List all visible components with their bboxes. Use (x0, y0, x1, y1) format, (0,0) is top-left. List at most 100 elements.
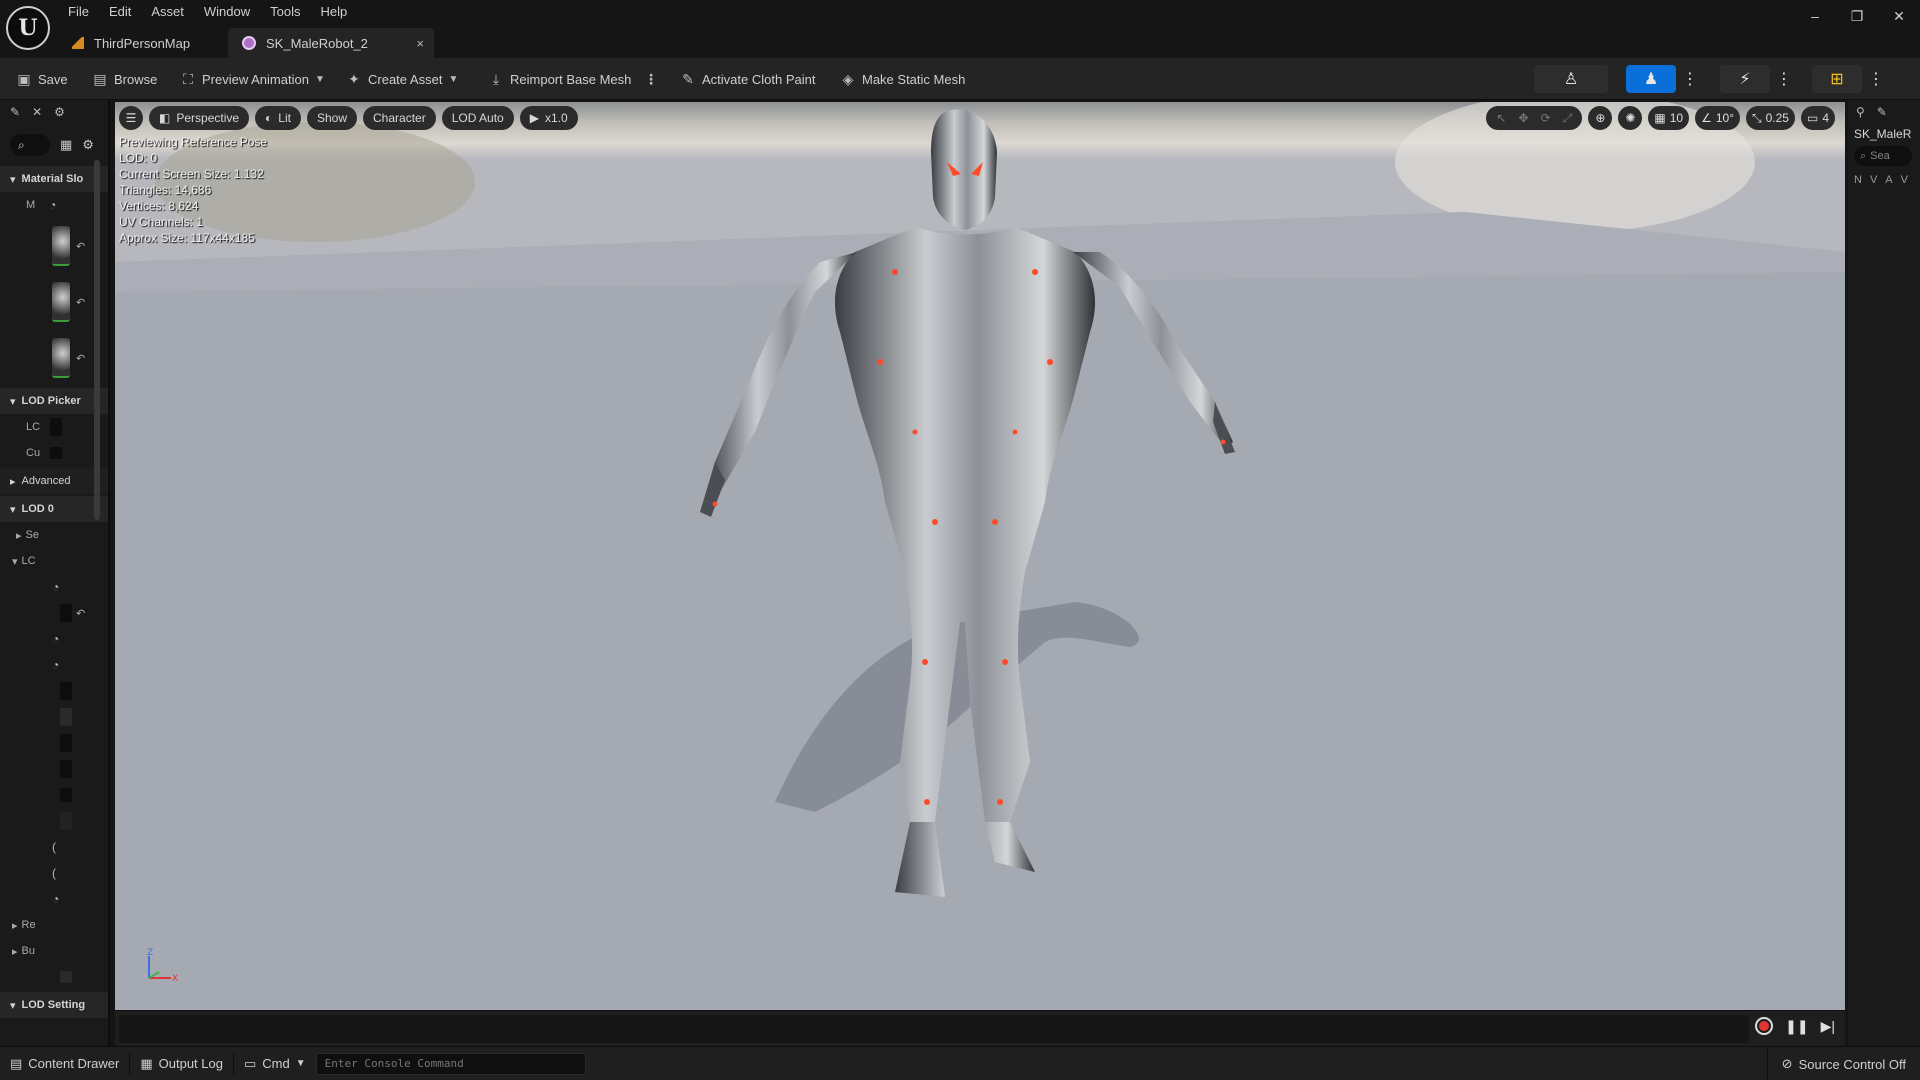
rotation-snap-button[interactable]: ∠ 10° (1695, 106, 1740, 130)
unreal-logo[interactable]: U (6, 6, 50, 50)
create-asset-button[interactable]: ✦ Create Asset ▼ (346, 66, 458, 92)
world-local-button[interactable]: ⊕ (1588, 106, 1613, 130)
lod-value[interactable] (50, 418, 63, 436)
timeline-track[interactable] (119, 1015, 1749, 1043)
viewport-options-button[interactable]: ☰ (119, 106, 143, 130)
lit-button[interactable]: ◐ Lit (255, 106, 301, 130)
browse-button[interactable]: ▤ Browse (92, 66, 157, 92)
lod-value[interactable] (60, 708, 72, 726)
material-thumbnail[interactable] (52, 338, 70, 378)
camera-speed-button[interactable]: ▭ 4 (1800, 106, 1835, 130)
pause-button[interactable]: ❚❚ (1785, 1018, 1808, 1035)
cmd-dropdown[interactable]: ▭ Cmd ▼ (234, 1047, 316, 1080)
gear-icon[interactable]: ⚙ (82, 137, 94, 153)
menu-asset[interactable]: Asset (141, 2, 194, 22)
material-thumbnail[interactable] (52, 226, 70, 266)
source-control-button[interactable]: ⊘ Source Control Off (1766, 1047, 1920, 1080)
animation-mode-button[interactable]: ⚡ (1720, 65, 1770, 93)
lod-value[interactable] (60, 812, 72, 830)
reset-icon[interactable]: ◔ (49, 198, 56, 212)
playback-speed-button[interactable]: ▶ x1.0 (519, 106, 578, 130)
section-lod-picker[interactable]: ▾ LOD Picker (0, 388, 108, 414)
restore-button[interactable]: ❐ (1836, 0, 1878, 32)
section-lod0[interactable]: ▾ LOD 0 (0, 496, 108, 522)
search-input[interactable]: ⌕ (10, 134, 50, 156)
preview-viewport[interactable]: ☰ ◧ Perspective ◐ Lit Show Character LOD A… (115, 102, 1845, 1010)
custom-checkbox[interactable] (50, 447, 63, 459)
perspective-button[interactable]: ◧ Perspective (149, 106, 250, 130)
blueprint-mode-options[interactable]: ⋮ (1866, 65, 1886, 93)
reimport-base-mesh-button[interactable]: ⤓ Reimport Base Mesh (488, 66, 632, 92)
column-header[interactable]: V (1901, 174, 1908, 186)
minimize-button[interactable]: – (1794, 0, 1836, 32)
menu-file[interactable]: File (58, 2, 99, 22)
character-button[interactable]: Character (363, 106, 436, 130)
menu-help[interactable]: Help (310, 2, 357, 22)
lod-value[interactable] (60, 734, 72, 752)
section-advanced[interactable]: ▸ Advanced (0, 468, 108, 494)
lod-value[interactable] (60, 682, 72, 700)
menu-tools[interactable]: Tools (260, 2, 310, 22)
reset-arrow-icon[interactable]: ↶ (76, 240, 85, 253)
lod0-row[interactable]: ▸ Bu (0, 938, 108, 964)
surface-snap-button[interactable]: ✺ (1618, 106, 1643, 130)
lod0-row[interactable]: ▾ LC (0, 548, 108, 574)
table-view-icon[interactable]: ▦ (60, 137, 72, 153)
reset-icon[interactable]: ( (52, 866, 56, 880)
show-button[interactable]: Show (306, 106, 358, 130)
section-lod-settings[interactable]: ▾ LOD Setting (0, 992, 108, 1018)
animation-mode-options[interactable]: ⋮ (1774, 65, 1794, 93)
reimport-options-button[interactable]: ⋮ (644, 66, 658, 92)
column-header[interactable]: V (1870, 174, 1877, 186)
output-log-button[interactable]: ▦ Output Log (130, 1047, 233, 1080)
tab-sk-malerobot-2[interactable]: SK_MaleRobot_2 × (228, 28, 434, 58)
lod-value[interactable] (60, 760, 72, 778)
close-window-button[interactable]: ✕ (1878, 0, 1920, 32)
scale-snap-button[interactable]: ⤡ 0.25 (1746, 106, 1795, 130)
save-button[interactable]: ▣ Save (16, 66, 67, 92)
lod-checkbox[interactable] (60, 788, 72, 802)
console-command-input[interactable]: Enter Console Command (315, 1052, 586, 1075)
tab-thirdpersonmap[interactable]: ThirdPersonMap (58, 28, 228, 58)
mesh-mode-button[interactable]: ♟ (1626, 65, 1676, 93)
make-static-mesh-button[interactable]: ◈ Make Static Mesh (840, 66, 966, 92)
details-tab-icon[interactable]: ✎ (10, 105, 20, 119)
reset-icon[interactable]: ◔ (52, 580, 59, 594)
activate-cloth-paint-button[interactable]: ✎ Activate Cloth Paint (680, 66, 815, 92)
asset-details-tab-icon[interactable]: ⚙ (54, 105, 65, 119)
reset-icon[interactable]: ◔ (52, 632, 59, 646)
mesh-mode-options[interactable]: ⋮ (1680, 65, 1700, 93)
menu-window[interactable]: Window (194, 2, 260, 22)
edit-icon[interactable]: ✎ (1877, 105, 1887, 119)
reset-icon[interactable]: ◔ (52, 658, 59, 672)
select-icon[interactable]: ↖ (1496, 111, 1506, 125)
reset-icon[interactable]: ◔ (52, 892, 59, 906)
section-material-slots[interactable]: ▾ Material Slo (0, 166, 108, 192)
move-icon[interactable]: ✥ (1519, 111, 1529, 125)
reset-arrow-icon[interactable]: ↶ (76, 607, 85, 620)
column-header[interactable]: A (1885, 174, 1892, 186)
reset-arrow-icon[interactable]: ↶ (76, 296, 85, 309)
lod0-row[interactable]: ▸ Re (0, 912, 108, 938)
search-input[interactable]: ⌕ Sea (1854, 146, 1912, 166)
material-thumbnail[interactable] (52, 282, 70, 322)
lod-value[interactable] (60, 604, 72, 622)
menu-edit[interactable]: Edit (99, 2, 141, 22)
close-tab-icon[interactable]: × (416, 36, 424, 51)
scale-icon[interactable]: ⤢ (1563, 111, 1573, 126)
reset-icon[interactable]: ( (52, 840, 56, 854)
content-drawer-button[interactable]: ▤ Content Drawer (0, 1047, 129, 1080)
column-header[interactable]: N (1854, 174, 1862, 186)
lod0-row[interactable]: ▸ Se (0, 522, 108, 548)
step-forward-button[interactable]: ▶| (1821, 1018, 1835, 1035)
rotate-icon[interactable]: ⟳ (1541, 111, 1551, 125)
grid-snap-button[interactable]: ▦ 10 (1648, 106, 1690, 130)
close-icon[interactable]: ✕ (32, 105, 42, 119)
preview-animation-button[interactable]: ⛶ Preview Animation ▼ (180, 66, 325, 92)
details-scrollbar[interactable] (94, 160, 100, 520)
skeleton-tree-tab-icon[interactable]: ⚲ (1856, 105, 1865, 119)
lod-checkbox[interactable] (60, 971, 72, 983)
skeleton-mode-button[interactable]: ♙ (1534, 65, 1608, 93)
record-button[interactable] (1755, 1017, 1774, 1035)
reset-arrow-icon[interactable]: ↶ (76, 352, 85, 365)
